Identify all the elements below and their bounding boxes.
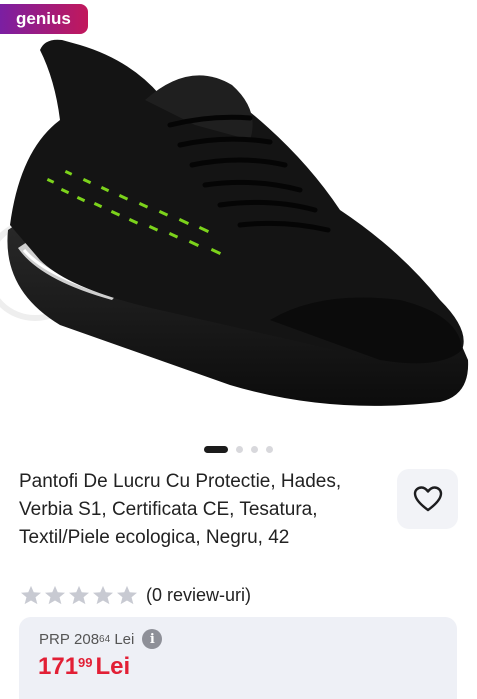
current-price: 171 99 Lei <box>38 653 130 681</box>
genius-badge-label: genius <box>16 9 71 28</box>
star-icon <box>21 585 41 605</box>
carousel-dot[interactable] <box>204 445 228 453</box>
genius-badge: genius <box>0 4 88 34</box>
prp-price: PRP 208 64 Lei i <box>39 629 163 649</box>
price-int: 171 <box>38 653 79 680</box>
star-icon <box>117 585 137 605</box>
product-image[interactable]: genius <box>0 0 477 432</box>
prp-dec: 64 <box>99 633 111 645</box>
shoe-image <box>0 39 469 406</box>
price-box: PRP 208 64 Lei i 171 99 Lei <box>19 617 457 699</box>
carousel-dot[interactable] <box>251 445 258 453</box>
star-icon <box>93 585 113 605</box>
carousel-dot[interactable] <box>236 445 243 453</box>
carousel-dot[interactable] <box>266 445 273 453</box>
star-icon <box>45 585 65 605</box>
info-icon[interactable]: i <box>142 629 163 649</box>
price-dec: 99 <box>78 655 93 670</box>
prp-label: PRP <box>39 630 70 648</box>
price-currency: Lei <box>95 653 131 680</box>
prp-currency: Lei <box>114 630 135 648</box>
product-title: Pantofi De Lucru Cu Protectie, Hades, Ve… <box>19 471 342 548</box>
image-carousel-indicator[interactable] <box>0 444 477 454</box>
heart-icon <box>413 486 442 512</box>
star-icon <box>69 585 89 605</box>
prp-int: 208 <box>74 630 100 648</box>
rating-row[interactable]: (0 review-uri) <box>20 583 251 607</box>
review-count[interactable]: (0 review-uri) <box>146 585 251 606</box>
favorite-button[interactable] <box>397 469 458 529</box>
